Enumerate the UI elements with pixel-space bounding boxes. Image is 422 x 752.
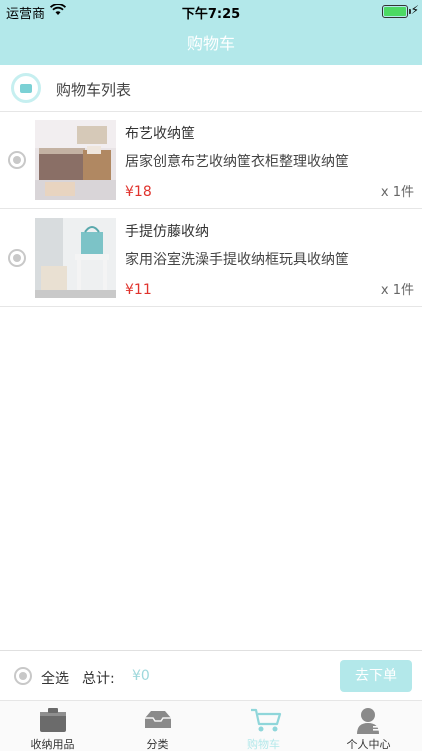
total-label: 总计: bbox=[82, 671, 115, 687]
cart-icon bbox=[251, 708, 282, 732]
battery-icon bbox=[382, 5, 411, 18]
tab-storage[interactable]: 收纳用品 bbox=[0, 701, 105, 751]
tab-cart[interactable]: 购物车 bbox=[211, 701, 316, 751]
page-title: 购物车 bbox=[186, 34, 235, 53]
basket-icon bbox=[40, 708, 66, 732]
product-price: ¥11 bbox=[125, 282, 152, 298]
select-all-label[interactable]: 全选 bbox=[41, 668, 69, 688]
user-icon bbox=[357, 708, 382, 734]
product-image[interactable] bbox=[35, 120, 116, 200]
item-select-radio[interactable] bbox=[8, 249, 26, 267]
cart-list-icon bbox=[11, 73, 41, 103]
status-bar: 运营商 下午7:25 ⚡ bbox=[0, 0, 422, 22]
product-quantity: x 1件 bbox=[380, 283, 414, 298]
cart-item[interactable]: 手提仿藤收纳 家用浴室洗澡手提收纳框玩具收纳筐 ¥11 x 1件 bbox=[0, 209, 422, 307]
item-select-radio[interactable] bbox=[8, 151, 26, 169]
cart-item[interactable]: 布艺收纳筐 居家创意布艺收纳筐衣柜整理收纳筐 ¥18 x 1件 bbox=[0, 111, 422, 209]
product-price: ¥18 bbox=[125, 184, 152, 200]
product-quantity: x 1件 bbox=[380, 185, 414, 200]
clock-label: 下午7:25 bbox=[181, 7, 241, 22]
cart-list-title: 购物车列表 bbox=[56, 81, 132, 99]
product-name: 布艺收纳筐 bbox=[125, 126, 195, 142]
total-amount: ¥0 bbox=[132, 668, 150, 684]
checkout-bar: 全选 总计: ¥0 去下单 bbox=[0, 650, 422, 701]
tab-category[interactable]: 分类 bbox=[105, 701, 210, 751]
product-name: 手提仿藤收纳 bbox=[125, 224, 209, 240]
nav-header: 运营商 下午7:25 ⚡ 购物车 bbox=[0, 0, 422, 65]
product-description: 居家创意布艺收纳筐衣柜整理收纳筐 bbox=[125, 154, 349, 170]
product-description: 家用浴室洗澡手提收纳框玩具收纳筐 bbox=[125, 252, 349, 268]
select-all-radio[interactable] bbox=[14, 667, 32, 685]
tray-icon bbox=[145, 711, 171, 728]
charging-icon: ⚡ bbox=[410, 3, 419, 17]
tab-profile[interactable]: 个人中心 bbox=[316, 701, 421, 751]
place-order-button[interactable]: 去下单 bbox=[340, 660, 412, 692]
tab-bar: 收纳用品 分类 购物车 个人中心 bbox=[0, 700, 422, 751]
cart-list-header: 购物车列表 bbox=[0, 65, 422, 112]
product-image[interactable] bbox=[35, 218, 116, 298]
